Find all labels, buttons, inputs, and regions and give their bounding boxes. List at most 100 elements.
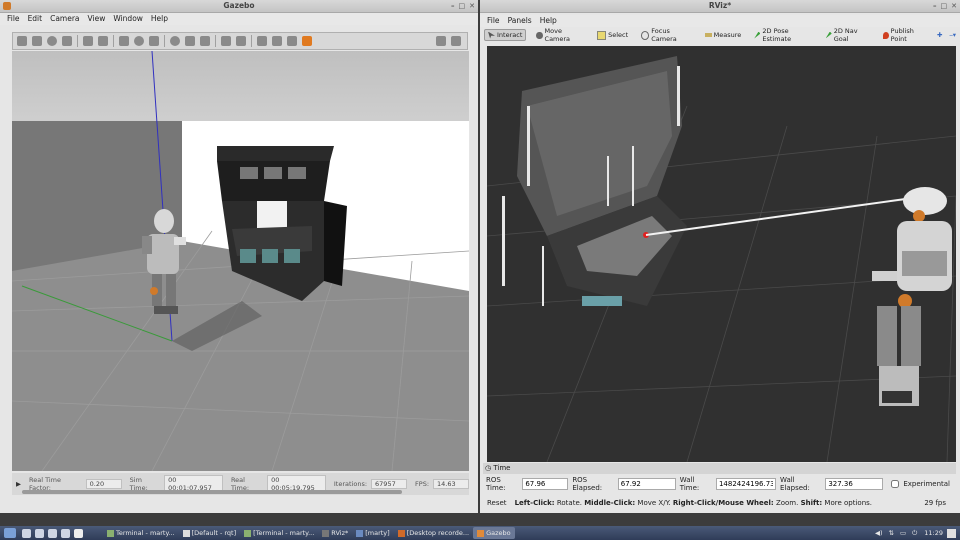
hint-rotate: Rotate. xyxy=(554,499,585,507)
tool-focus-camera[interactable]: Focus Camera xyxy=(638,26,694,44)
task-gazebo[interactable]: Gazebo xyxy=(473,527,515,539)
maximize-icon[interactable]: □ xyxy=(459,0,466,12)
maximize-icon[interactable]: □ xyxy=(941,0,948,12)
tool-measure[interactable]: Measure xyxy=(702,30,745,40)
rviz-3d-viewport[interactable] xyxy=(487,46,956,462)
hint-shift: Shift: xyxy=(800,499,823,507)
point-light-icon[interactable] xyxy=(170,36,180,46)
ros-time-field[interactable] xyxy=(522,478,569,490)
tool-2d-pose-estimate[interactable]: 2D Pose Estimate xyxy=(751,26,815,44)
rviz-titlebar[interactable]: RViz* – □ ✕ xyxy=(480,0,960,13)
start-menu-icon[interactable] xyxy=(4,528,16,538)
cursor-icon xyxy=(488,31,495,39)
iterations-value: 67957 xyxy=(371,479,408,489)
desktop-switch-icon[interactable] xyxy=(947,528,956,538)
power-icon[interactable]: ⏻ xyxy=(912,529,917,538)
rviz-statusbar: Reset Left-Click: Rotate. Middle-Click: … xyxy=(483,496,956,510)
task-label: Terminal - marty... xyxy=(116,529,175,537)
hint-zoom: Zoom. xyxy=(773,499,801,507)
directional-light-icon[interactable] xyxy=(200,36,210,46)
gazebo-scrollbar[interactable] xyxy=(22,490,402,494)
play-icon[interactable]: ▶ xyxy=(16,480,21,488)
task-terminal-2[interactable]: [Terminal - marty... xyxy=(240,527,318,539)
redo-icon[interactable] xyxy=(98,36,108,46)
task-rviz[interactable]: RViz* xyxy=(318,527,352,539)
ros-elapsed-field[interactable] xyxy=(617,478,676,490)
menu-window[interactable]: Window xyxy=(109,13,147,25)
rqt-icon xyxy=(182,529,190,537)
tool-2d-nav-goal[interactable]: 2D Nav Goal xyxy=(823,26,873,44)
undo-icon[interactable] xyxy=(83,36,93,46)
gazebo-titlebar[interactable]: Gazebo – □ ✕ xyxy=(0,0,478,13)
menu-file[interactable]: File xyxy=(3,13,24,25)
iterations-label: Iterations: xyxy=(333,480,368,488)
menu-view[interactable]: View xyxy=(84,13,110,25)
task-marty[interactable]: [marty] xyxy=(352,527,393,539)
toolbar-separator xyxy=(164,35,165,47)
time-panel-header[interactable]: ◷ Time xyxy=(483,463,956,474)
wall-elapsed-field[interactable] xyxy=(825,478,884,490)
magnet-icon[interactable] xyxy=(287,36,297,46)
tool-menu-icon[interactable]: ⎯▾ xyxy=(949,31,956,40)
volume-icon[interactable]: ◀) xyxy=(875,529,883,537)
task-terminal-1[interactable]: Terminal - marty... xyxy=(103,527,179,539)
menu-camera[interactable]: Camera xyxy=(46,13,83,25)
workspace-icon[interactable] xyxy=(74,528,83,538)
reset-button[interactable]: Reset xyxy=(485,499,509,507)
task-rqt[interactable]: [Default - rqt] xyxy=(179,527,241,539)
clock[interactable]: 11:29 xyxy=(924,529,943,537)
align-icon[interactable] xyxy=(257,36,267,46)
menu-edit[interactable]: Edit xyxy=(24,13,47,25)
rotate-mode-icon[interactable] xyxy=(47,36,57,46)
clock-icon: ◷ xyxy=(485,464,492,472)
close-icon[interactable]: ✕ xyxy=(469,0,475,12)
gazebo-toolbar xyxy=(12,32,468,50)
tool-measure-label: Measure xyxy=(713,31,742,39)
change-view-icon[interactable] xyxy=(302,36,312,46)
time-panel-title: Time xyxy=(493,464,511,472)
sphere-shape-icon[interactable] xyxy=(134,36,144,46)
screenshot-icon[interactable] xyxy=(436,36,446,46)
minimize-icon[interactable]: – xyxy=(933,0,937,12)
terminal-icon[interactable] xyxy=(48,528,57,538)
experimental-checkbox[interactable] xyxy=(891,480,900,488)
gazebo-3d-viewport[interactable] xyxy=(12,51,469,471)
ruler-icon xyxy=(704,33,712,37)
tool-interact[interactable]: Interact xyxy=(484,29,527,41)
battery-icon[interactable]: ▭ xyxy=(900,529,906,537)
cylinder-shape-icon[interactable] xyxy=(149,36,159,46)
tool-select[interactable]: Select xyxy=(594,30,631,41)
tool-focus-camera-label: Focus Camera xyxy=(651,27,677,43)
tool-publish-point[interactable]: Publish Point xyxy=(880,26,930,44)
box-shape-icon[interactable] xyxy=(119,36,129,46)
rtf-value: 0.20 xyxy=(85,479,122,489)
rviz-menu-file[interactable]: File xyxy=(483,15,504,27)
copy-icon[interactable] xyxy=(221,36,231,46)
taskbar: Terminal - marty... [Default - rqt] [Ter… xyxy=(0,526,960,540)
select-mode-icon[interactable] xyxy=(17,36,27,46)
minimize-icon[interactable]: – xyxy=(451,0,455,12)
network-icon[interactable]: ⇅ xyxy=(889,529,894,537)
gazebo-app-icon xyxy=(3,2,11,10)
folder-icon xyxy=(356,529,364,537)
close-icon[interactable]: ✕ xyxy=(951,0,957,12)
scale-mode-icon[interactable] xyxy=(62,36,72,46)
wall-time-label: Wall Time: xyxy=(679,476,700,492)
toolbar-separator xyxy=(113,35,114,47)
file-manager-icon[interactable] xyxy=(22,528,31,538)
tool-move-camera[interactable]: Move Camera xyxy=(533,26,587,44)
show-desktop-icon[interactable] xyxy=(61,528,70,538)
add-tool-icon[interactable]: ✚ xyxy=(937,31,942,39)
translate-mode-icon[interactable] xyxy=(32,36,42,46)
menu-help[interactable]: Help xyxy=(147,13,172,25)
paste-icon[interactable] xyxy=(236,36,246,46)
log-icon[interactable] xyxy=(451,36,461,46)
browser-icon[interactable] xyxy=(35,528,44,538)
wall-time-field[interactable] xyxy=(715,478,776,490)
spot-light-icon[interactable] xyxy=(185,36,195,46)
hint-left-click: Left-Click: xyxy=(514,499,555,507)
task-desktop-recorder[interactable]: [Desktop recorde... xyxy=(394,527,473,539)
rviz-menu-panels[interactable]: Panels xyxy=(504,15,536,27)
snap-icon[interactable] xyxy=(272,36,282,46)
rviz-title: RViz* xyxy=(708,1,732,10)
